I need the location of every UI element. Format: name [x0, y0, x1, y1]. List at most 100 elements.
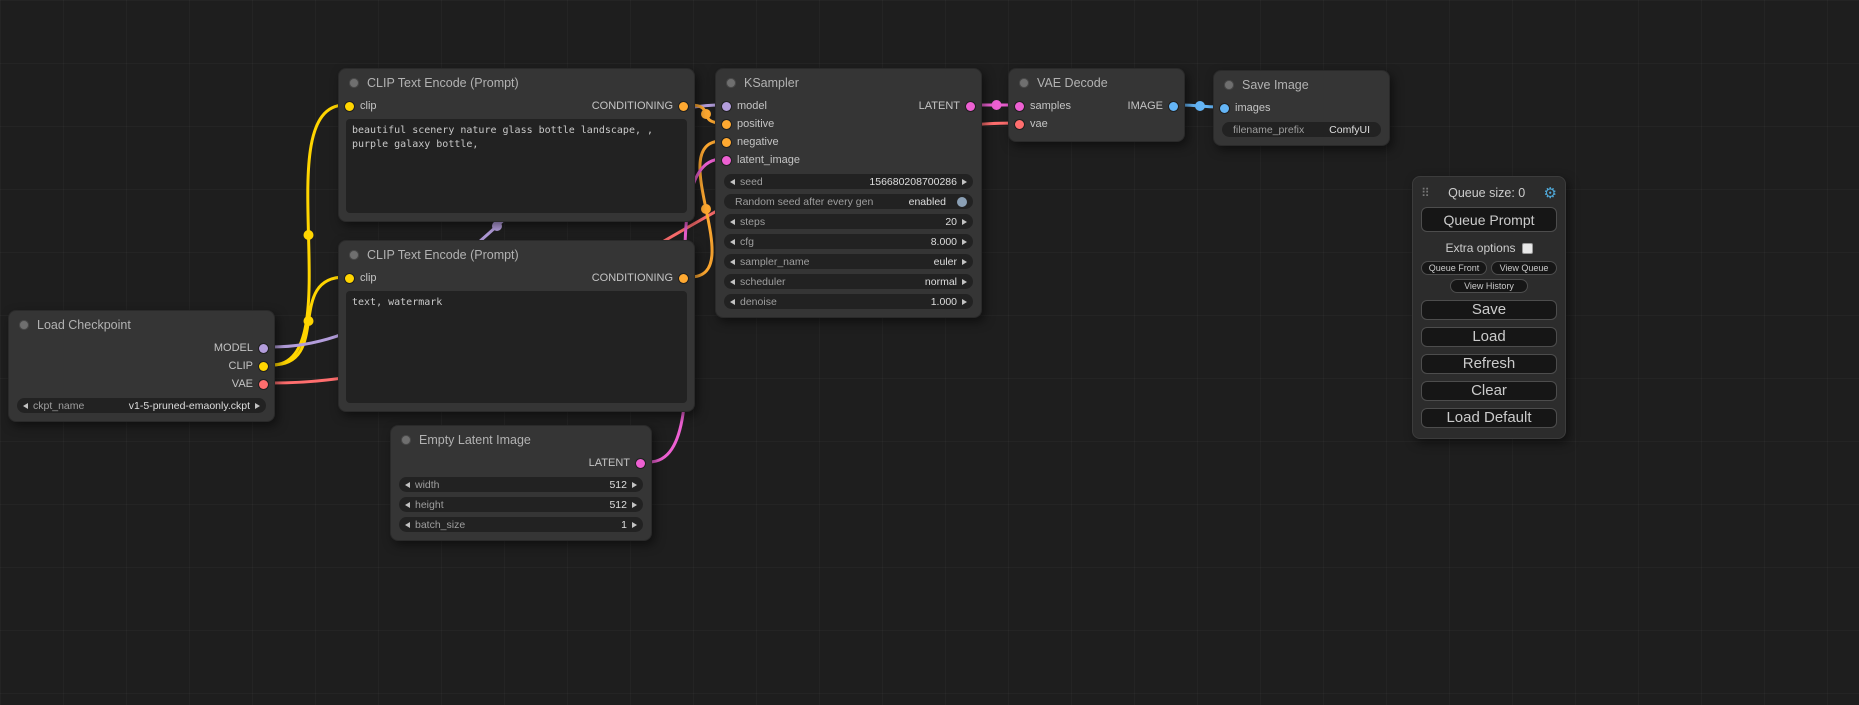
- slot-dot-conditioning[interactable]: [722, 120, 731, 129]
- slot-dot-image[interactable]: [1169, 102, 1178, 111]
- slot-dot-model[interactable]: [722, 102, 731, 111]
- node-save-image[interactable]: Save Image images filename_prefix ComfyU…: [1213, 70, 1390, 146]
- node-title: CLIP Text Encode (Prompt): [367, 76, 519, 90]
- slot-label: clip: [360, 272, 377, 284]
- stepper-right-icon[interactable]: [632, 502, 637, 508]
- drag-handle-icon[interactable]: ⠿: [1421, 186, 1430, 200]
- node-header[interactable]: Load Checkpoint: [9, 311, 274, 339]
- widget-height[interactable]: height 512: [399, 497, 643, 512]
- widget-seed[interactable]: seed 156680208700286: [724, 174, 973, 189]
- queue-front-button[interactable]: Queue Front: [1421, 261, 1487, 275]
- stepper-right-icon[interactable]: [255, 403, 260, 409]
- stepper-right-icon[interactable]: [962, 239, 967, 245]
- slot-dot-model[interactable]: [259, 344, 268, 353]
- slot-dot-conditioning[interactable]: [679, 102, 688, 111]
- widget-scheduler[interactable]: scheduler normal: [724, 274, 973, 289]
- view-queue-button[interactable]: View Queue: [1491, 261, 1557, 275]
- widget-label: Random seed after every gen: [735, 196, 873, 208]
- node-ksampler[interactable]: KSampler model LATENT positive negative …: [715, 68, 982, 318]
- stepper-left-icon[interactable]: [405, 502, 410, 508]
- stepper-right-icon[interactable]: [962, 299, 967, 305]
- stepper-right-icon[interactable]: [632, 482, 637, 488]
- stepper-right-icon[interactable]: [962, 279, 967, 285]
- stepper-right-icon[interactable]: [962, 259, 967, 265]
- node-header[interactable]: KSampler: [716, 69, 981, 97]
- slot-dot-latent[interactable]: [636, 459, 645, 468]
- node-load-checkpoint[interactable]: Load Checkpoint MODEL CLIP VAE ckpt_name…: [8, 310, 275, 422]
- node-clip-text-encode-positive[interactable]: CLIP Text Encode (Prompt) clip CONDITION…: [338, 68, 695, 222]
- collapse-dot-icon[interactable]: [401, 435, 411, 445]
- stepper-left-icon[interactable]: [730, 279, 735, 285]
- stepper-right-icon[interactable]: [962, 219, 967, 225]
- slot-dot-image[interactable]: [1220, 104, 1229, 113]
- slot-label: VAE: [232, 378, 253, 390]
- collapse-dot-icon[interactable]: [726, 78, 736, 88]
- node-header[interactable]: CLIP Text Encode (Prompt): [339, 69, 694, 97]
- gear-icon[interactable]: ⚙: [1544, 186, 1557, 201]
- node-header[interactable]: VAE Decode: [1009, 69, 1184, 97]
- toggle-knob-icon[interactable]: [957, 197, 967, 207]
- view-history-button[interactable]: View History: [1450, 279, 1528, 293]
- queue-prompt-button[interactable]: Queue Prompt: [1421, 207, 1557, 232]
- stepper-left-icon[interactable]: [405, 482, 410, 488]
- widget-label: sampler_name: [740, 256, 809, 268]
- node-empty-latent-image[interactable]: Empty Latent Image LATENT width 512 heig…: [390, 425, 652, 541]
- slot-dot-latent[interactable]: [966, 102, 975, 111]
- slot-dot-latent[interactable]: [1015, 102, 1024, 111]
- slot-dot-conditioning[interactable]: [722, 138, 731, 147]
- negative-prompt-textarea[interactable]: text, watermark: [346, 291, 687, 403]
- widget-width[interactable]: width 512: [399, 477, 643, 492]
- slot-dot-latent[interactable]: [722, 156, 731, 165]
- node-header[interactable]: Empty Latent Image: [391, 426, 651, 454]
- link-midpoint-dot: [992, 100, 1002, 110]
- node-header[interactable]: CLIP Text Encode (Prompt): [339, 241, 694, 269]
- stepper-left-icon[interactable]: [23, 403, 28, 409]
- slot-dot-vae[interactable]: [1015, 120, 1024, 129]
- stepper-left-icon[interactable]: [405, 522, 410, 528]
- slot-label: negative: [737, 136, 779, 148]
- widget-batch-size[interactable]: batch_size 1: [399, 517, 643, 532]
- widget-ckpt-name[interactable]: ckpt_name v1-5-pruned-emaonly.ckpt: [17, 398, 266, 413]
- widget-random-seed-toggle[interactable]: Random seed after every gen enabled: [724, 194, 973, 209]
- collapse-dot-icon[interactable]: [1224, 80, 1234, 90]
- stepper-left-icon[interactable]: [730, 219, 735, 225]
- load-default-button[interactable]: Load Default: [1421, 408, 1557, 428]
- collapse-dot-icon[interactable]: [19, 320, 29, 330]
- widget-sampler-name[interactable]: sampler_name euler: [724, 254, 973, 269]
- node-title: KSampler: [744, 76, 799, 90]
- collapse-dot-icon[interactable]: [349, 250, 359, 260]
- refresh-button[interactable]: Refresh: [1421, 354, 1557, 374]
- slot-label: positive: [737, 118, 774, 130]
- widget-label: batch_size: [415, 519, 465, 531]
- node-vae-decode[interactable]: VAE Decode samples IMAGE vae: [1008, 68, 1185, 142]
- collapse-dot-icon[interactable]: [349, 78, 359, 88]
- slot-dot-clip[interactable]: [345, 274, 354, 283]
- stepper-left-icon[interactable]: [730, 259, 735, 265]
- clear-button[interactable]: Clear: [1421, 381, 1557, 401]
- slot-dot-clip[interactable]: [345, 102, 354, 111]
- slot-dot-vae[interactable]: [259, 380, 268, 389]
- widget-denoise[interactable]: denoise 1.000: [724, 294, 973, 309]
- widget-filename-prefix[interactable]: filename_prefix ComfyUI: [1222, 122, 1381, 137]
- stepper-left-icon[interactable]: [730, 239, 735, 245]
- output-slot-latent: LATENT: [391, 454, 651, 472]
- widget-cfg[interactable]: cfg 8.000: [724, 234, 973, 249]
- stepper-right-icon[interactable]: [962, 179, 967, 185]
- positive-prompt-textarea[interactable]: beautiful scenery nature glass bottle la…: [346, 119, 687, 213]
- widget-steps[interactable]: steps 20: [724, 214, 973, 229]
- collapse-dot-icon[interactable]: [1019, 78, 1029, 88]
- slot-dot-clip[interactable]: [259, 362, 268, 371]
- load-button[interactable]: Load: [1421, 327, 1557, 347]
- extra-options-row: Extra options: [1421, 239, 1557, 257]
- slot-label: MODEL: [214, 342, 253, 354]
- stepper-right-icon[interactable]: [632, 522, 637, 528]
- node-header[interactable]: Save Image: [1214, 71, 1389, 99]
- output-slot-model: MODEL: [9, 339, 274, 357]
- stepper-left-icon[interactable]: [730, 179, 735, 185]
- node-clip-text-encode-negative[interactable]: CLIP Text Encode (Prompt) clip CONDITION…: [338, 240, 695, 412]
- stepper-left-icon[interactable]: [730, 299, 735, 305]
- slot-row: model LATENT: [716, 97, 981, 115]
- extra-options-checkbox[interactable]: [1522, 243, 1533, 254]
- save-button[interactable]: Save: [1421, 300, 1557, 320]
- slot-dot-conditioning[interactable]: [679, 274, 688, 283]
